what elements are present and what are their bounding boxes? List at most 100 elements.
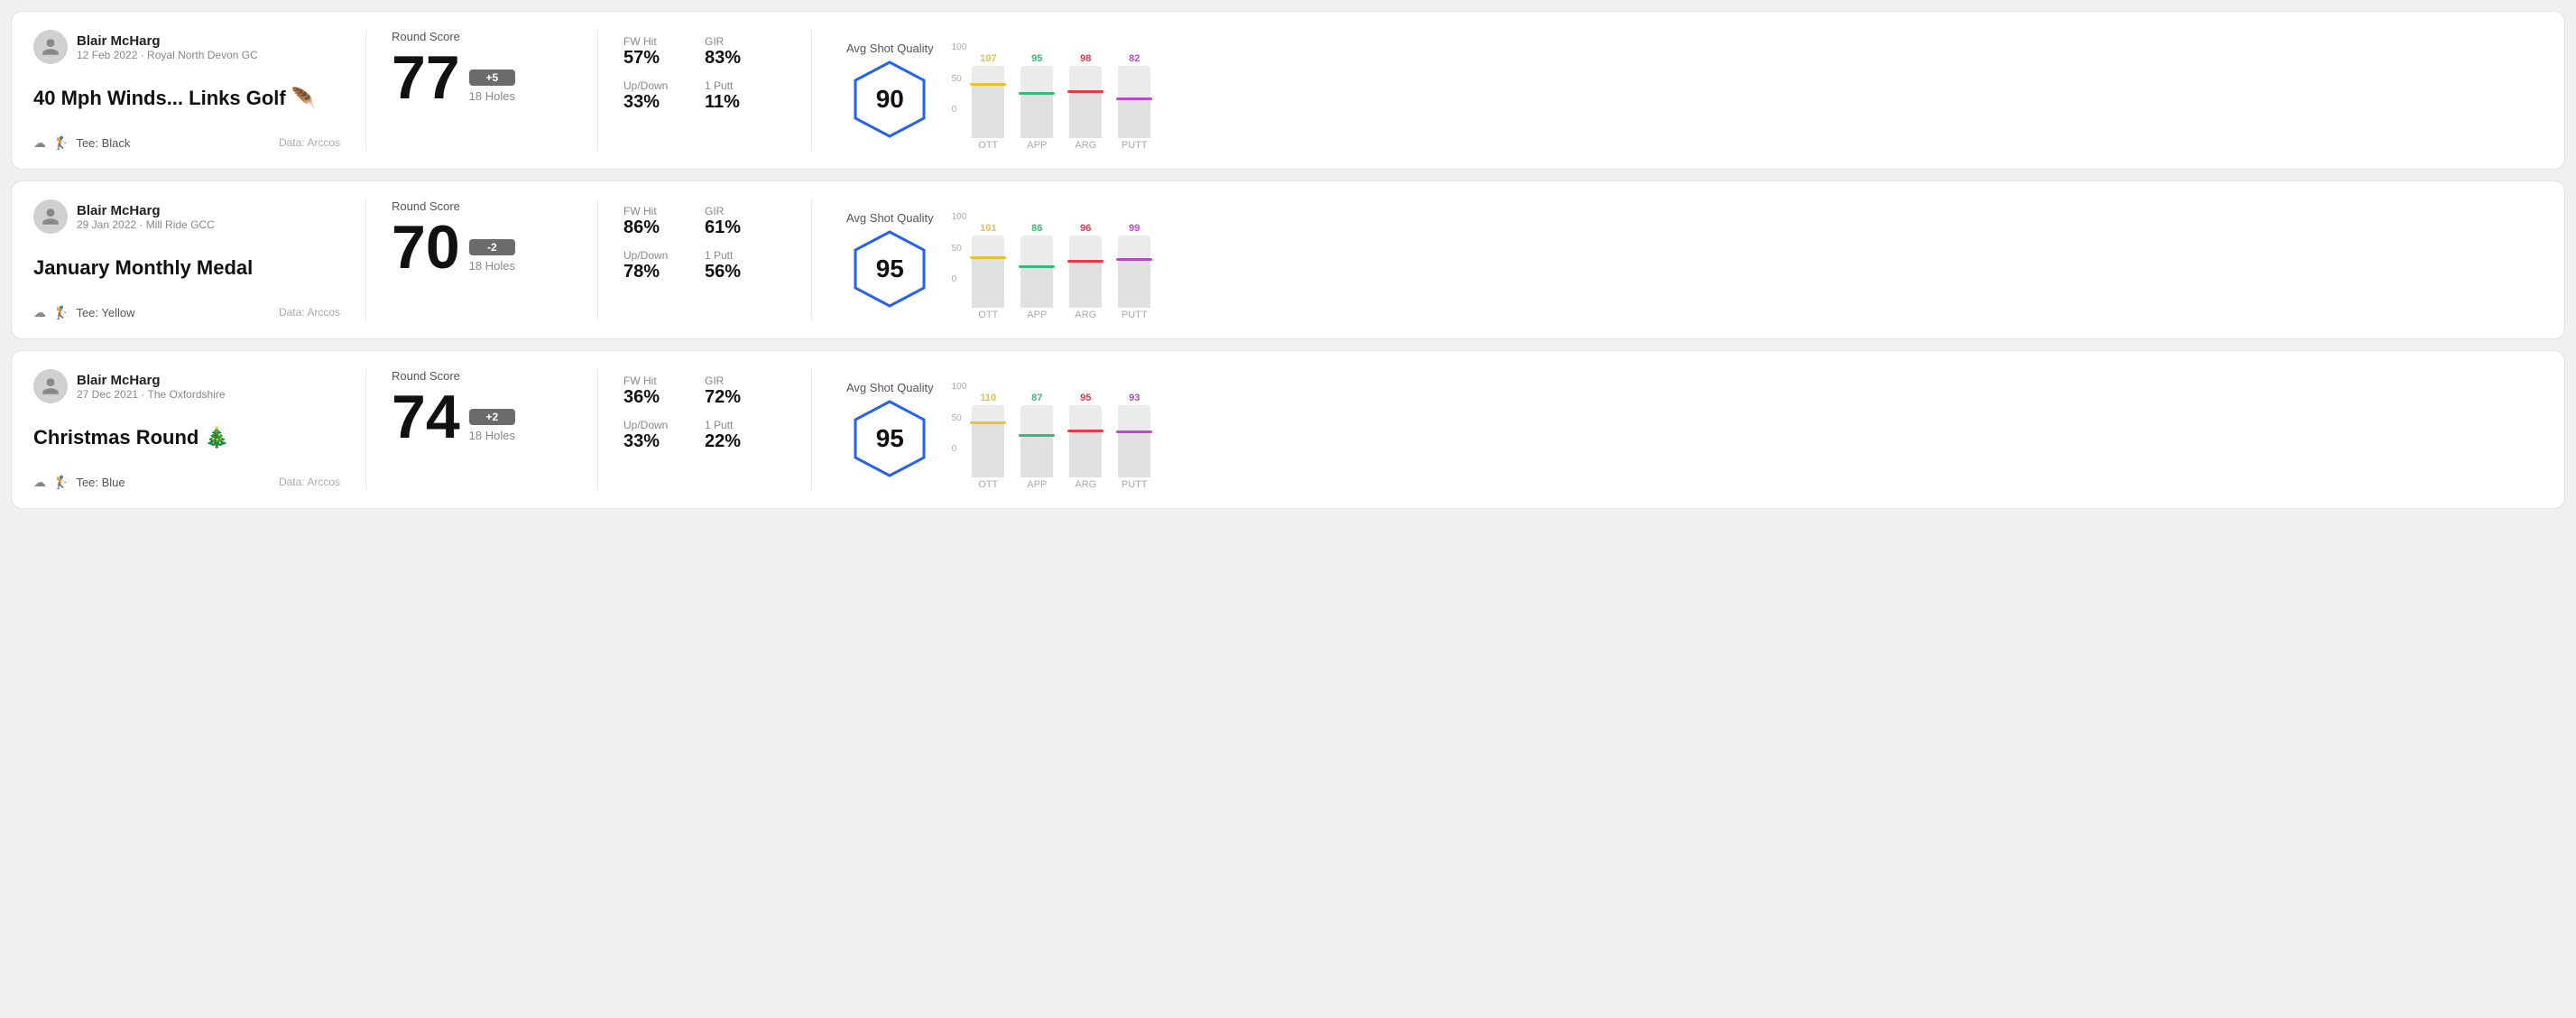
- bar-x-label: ARG: [1075, 140, 1096, 151]
- user-name: Blair McHarg: [77, 33, 258, 49]
- bar-inner: [1020, 95, 1053, 138]
- score-holes: 18 Holes: [469, 259, 515, 273]
- stat-value: 83%: [705, 48, 775, 69]
- bar-line: [1019, 265, 1055, 268]
- user-info: Blair McHarg27 Dec 2021 · The Oxfordshir…: [77, 373, 226, 401]
- divider-3: [811, 199, 812, 320]
- y-label: 100: [952, 42, 967, 52]
- bar-x-label: ARG: [1075, 479, 1096, 490]
- quality-section: Avg Shot Quality 95 100500101OTT86APP96A…: [837, 199, 2543, 320]
- stat-item-3: 1 Putt22%: [705, 413, 786, 458]
- bar-line: [1067, 260, 1103, 263]
- user-name: Blair McHarg: [77, 373, 226, 388]
- hex-container: Avg Shot Quality 90: [846, 42, 934, 140]
- bar-outer: [972, 236, 1004, 308]
- score-label: Round Score: [392, 369, 572, 383]
- bag-icon: 🏌: [53, 475, 69, 490]
- bar-outer: [1118, 405, 1150, 477]
- bar-top-label: 95: [1031, 53, 1042, 64]
- bar-top-label: 95: [1080, 393, 1091, 403]
- data-source: Data: Arccos: [279, 306, 340, 319]
- stat-value: 57%: [623, 48, 694, 69]
- bar-line: [1067, 90, 1103, 93]
- divider-3: [811, 30, 812, 151]
- y-label: 100: [952, 382, 967, 392]
- tee-info: ☁🏌Tee: Yellow: [33, 305, 135, 320]
- bar-outer: [1020, 66, 1053, 138]
- stat-label: Up/Down: [623, 419, 694, 431]
- score-section: Round Score77+518 Holes: [392, 30, 572, 151]
- stat-label: GIR: [705, 375, 775, 387]
- y-label: 0: [952, 105, 967, 115]
- user-meta: 29 Jan 2022 · Mill Ride GCC: [77, 218, 215, 231]
- bar-inner: [1118, 100, 1150, 138]
- bar-inner: [1118, 433, 1150, 477]
- score-row: 77+518 Holes: [392, 47, 572, 108]
- chart-with-y: 100500101OTT86APP96ARG99PUTT: [952, 199, 2543, 320]
- stat-label: FW Hit: [623, 375, 694, 387]
- bar-inner: [1069, 93, 1102, 138]
- avatar: [33, 199, 68, 234]
- bar-line: [1067, 430, 1103, 432]
- hex-shape: 95: [849, 228, 930, 310]
- tee-row: ☁🏌Tee: Black Data: Arccos: [33, 135, 340, 151]
- bar-top-label: 110: [980, 393, 996, 403]
- tee-label: Tee: Yellow: [76, 306, 134, 319]
- stat-label: 1 Putt: [705, 419, 775, 431]
- score-badge: -2: [469, 239, 515, 255]
- bar-chart: 100500101OTT86APP96ARG99PUTT: [952, 199, 2543, 320]
- bar-line: [1019, 434, 1055, 437]
- bars-area: 107OTT95APP98ARG82PUTT: [972, 42, 1150, 151]
- score-badge-col: +218 Holes: [469, 409, 515, 442]
- stat-value: 22%: [705, 431, 775, 452]
- y-label: 50: [952, 413, 967, 423]
- bar-group-arg: 96ARG: [1069, 223, 1102, 320]
- data-source: Data: Arccos: [279, 136, 340, 149]
- score-number: 77: [392, 47, 460, 108]
- bar-group-putt: 82PUTT: [1118, 53, 1150, 151]
- y-axis-labels: 100 50 0: [952, 42, 971, 115]
- stat-item-2: Up/Down78%: [623, 244, 705, 288]
- bar-group-app: 95APP: [1020, 53, 1053, 151]
- user-row: Blair McHarg12 Feb 2022 · Royal North De…: [33, 30, 340, 64]
- stat-item-2: Up/Down33%: [623, 413, 705, 458]
- bar-x-label: PUTT: [1122, 140, 1148, 151]
- y-axis-labels: 100500: [952, 212, 971, 284]
- bar-top-label: 107: [980, 53, 996, 64]
- quality-label: Avg Shot Quality: [846, 381, 934, 394]
- bar-group-arg: 98ARG: [1069, 53, 1102, 151]
- stats-section: FW Hit57%GIR83%Up/Down33%1 Putt11%: [623, 30, 786, 151]
- bar-x-label: PUTT: [1122, 479, 1148, 490]
- score-row: 70-218 Holes: [392, 217, 572, 278]
- bar-x-label: PUTT: [1122, 310, 1148, 320]
- stats-section: FW Hit86%GIR61%Up/Down78%1 Putt56%: [623, 199, 786, 320]
- divider-2: [597, 199, 598, 320]
- bar-top-label: 87: [1031, 393, 1042, 403]
- tee-label: Tee: Blue: [76, 476, 125, 489]
- stat-label: Up/Down: [623, 249, 694, 262]
- round-left-section: Blair McHarg29 Jan 2022 · Mill Ride GCCJ…: [33, 199, 340, 320]
- stat-item-0: FW Hit86%: [623, 199, 705, 244]
- bag-icon: 🏌: [53, 135, 69, 151]
- stat-value: 11%: [705, 92, 775, 113]
- bar-top-label: 101: [980, 223, 996, 234]
- divider-1: [365, 369, 366, 490]
- bar-outer: [1069, 66, 1102, 138]
- bar-top-label: 96: [1080, 223, 1091, 234]
- stat-label: GIR: [705, 205, 775, 217]
- stat-item-2: Up/Down33%: [623, 74, 705, 118]
- bar-chart: 100500110OTT87APP95ARG93PUTT: [952, 369, 2543, 490]
- stat-label: 1 Putt: [705, 79, 775, 92]
- stat-value: 33%: [623, 431, 694, 452]
- user-info: Blair McHarg12 Feb 2022 · Royal North De…: [77, 33, 258, 61]
- bar-outer: [972, 405, 1004, 477]
- y-label: 50: [952, 74, 967, 84]
- bar-group-app: 86APP: [1020, 223, 1053, 320]
- bar-line: [1116, 258, 1152, 261]
- bar-outer: [1118, 236, 1150, 308]
- divider-3: [811, 369, 812, 490]
- hex-score: 95: [876, 424, 904, 453]
- hex-shape: 95: [849, 398, 930, 479]
- hex-shape: 90: [849, 59, 930, 140]
- tee-info: ☁🏌Tee: Black: [33, 135, 130, 151]
